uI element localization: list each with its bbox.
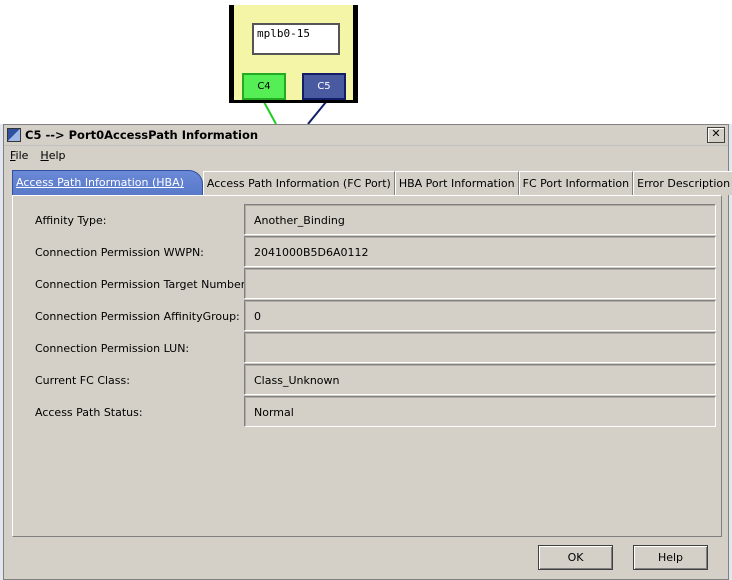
close-icon: ✕ bbox=[711, 127, 721, 140]
tab-access-path-fc-port[interactable]: Access Path Information (FC Port) bbox=[202, 171, 395, 195]
tab-strip: Access Path Information (HBA) Access Pat… bbox=[12, 170, 732, 196]
menu-file[interactable]: File bbox=[10, 149, 28, 162]
connection-permission-affinitygroup-label: Connection Permission AffinityGroup: bbox=[35, 310, 240, 323]
port-c5[interactable]: C5 bbox=[302, 73, 346, 100]
help-button[interactable]: Help bbox=[633, 545, 708, 570]
tab-fc-port-information[interactable]: FC Port Information bbox=[518, 171, 634, 195]
field-row-affinity-type: Affinity Type: Another_Binding bbox=[13, 204, 721, 236]
tab-error-description[interactable]: Error Description bbox=[633, 171, 732, 195]
connection-permission-target-number-label: Connection Permission Target Number: bbox=[35, 278, 249, 291]
tab-access-path-hba-label: Access Path Information (HBA) bbox=[16, 176, 184, 189]
menu-help-mnemonic: H bbox=[40, 148, 49, 162]
c4-connector-line bbox=[263, 101, 277, 124]
ok-button[interactable]: OK bbox=[538, 545, 613, 570]
close-button[interactable]: ✕ bbox=[707, 127, 725, 143]
tab-access-path-hba[interactable]: Access Path Information (HBA) bbox=[12, 170, 203, 196]
connection-permission-target-number-value bbox=[244, 268, 716, 299]
app-icon bbox=[7, 128, 21, 142]
connection-permission-affinitygroup-value: 0 bbox=[244, 300, 716, 331]
node-label: mplb0-15 bbox=[252, 23, 340, 55]
connector-lines bbox=[263, 101, 327, 124]
tab-hba-port-information[interactable]: HBA Port Information bbox=[394, 171, 519, 195]
tab-panel-access-path-hba: Affinity Type: Another_Binding Connectio… bbox=[12, 195, 722, 537]
c5-connector-line bbox=[307, 101, 327, 124]
menu-help-rest: elp bbox=[48, 148, 66, 162]
field-row-connection-permission-wwpn: Connection Permission WWPN: 2041000B5D6A… bbox=[13, 236, 721, 268]
topology-canvas: mplb0-15 C4 C5 bbox=[0, 0, 732, 124]
menu-help[interactable]: Help bbox=[40, 149, 65, 162]
connection-permission-wwpn-value: 2041000B5D6A0112 bbox=[244, 236, 716, 267]
field-row-current-fc-class: Current FC Class: Class_Unknown bbox=[13, 364, 721, 396]
access-path-dialog: C5 --> Port0AccessPath Information ✕ Fil… bbox=[3, 124, 732, 580]
field-row-connection-permission-target-number: Connection Permission Target Number: bbox=[13, 268, 721, 300]
connection-permission-lun-value bbox=[244, 332, 716, 363]
menubar: File Help bbox=[4, 146, 728, 164]
connection-permission-wwpn-label: Connection Permission WWPN: bbox=[35, 246, 204, 259]
dialog-titlebar[interactable]: C5 --> Port0AccessPath Information ✕ bbox=[4, 125, 728, 146]
current-fc-class-value: Class_Unknown bbox=[244, 364, 716, 395]
storage-node[interactable]: mplb0-15 C4 C5 bbox=[229, 5, 358, 103]
current-fc-class-label: Current FC Class: bbox=[35, 374, 130, 387]
field-row-access-path-status: Access Path Status: Normal bbox=[13, 396, 721, 428]
dialog-title: C5 --> Port0AccessPath Information bbox=[25, 128, 259, 142]
menu-file-rest: ile bbox=[15, 148, 29, 162]
connection-permission-lun-label: Connection Permission LUN: bbox=[35, 342, 190, 355]
access-path-status-value: Normal bbox=[244, 396, 716, 427]
port-c4[interactable]: C4 bbox=[242, 73, 286, 100]
affinity-type-label: Affinity Type: bbox=[35, 214, 107, 227]
access-path-status-label: Access Path Status: bbox=[35, 406, 143, 419]
affinity-type-value: Another_Binding bbox=[244, 204, 716, 235]
field-row-connection-permission-affinitygroup: Connection Permission AffinityGroup: 0 bbox=[13, 300, 721, 332]
field-row-connection-permission-lun: Connection Permission LUN: bbox=[13, 332, 721, 364]
